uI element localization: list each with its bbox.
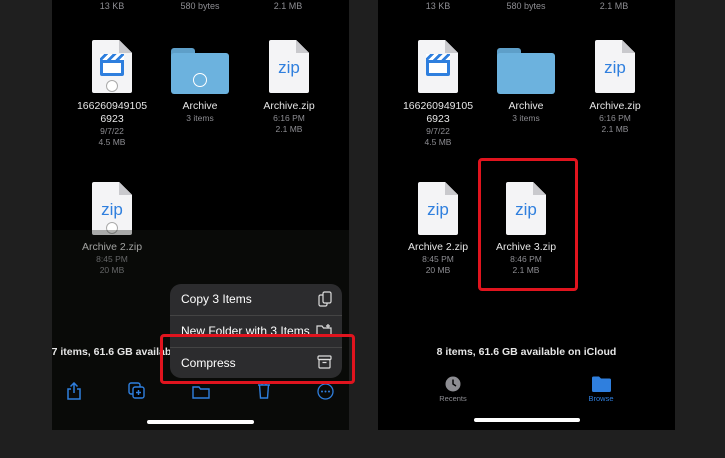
tab-browse[interactable]: Browse [581,376,621,403]
file-time: 6:16 PM [273,113,305,123]
file-name: Archive.zip [589,100,641,112]
file-size: 4.5 MB [98,137,126,147]
file-name: 166260949105 [402,100,474,112]
file-item-video[interactable]: 166260949105 6923 9/7/22 4.5 MB [393,40,483,148]
zip-file-icon: zip [418,182,458,235]
storage-status: 8 items, 61.6 GB available on iCloud [436,346,617,358]
file-name: Archive.zip [263,100,315,112]
folder-icon [497,48,555,94]
zip-file-icon: zip [269,40,309,93]
new-archive-highlight-box [478,158,578,291]
file-item-archive-zip[interactable]: zip Archive.zip 6:16 PM 2.1 MB [244,40,334,135]
folder-tab-icon [591,376,611,392]
file-name-cont: 6923 [426,113,450,125]
tab-label: Recents [439,394,467,403]
trash-icon[interactable] [257,382,271,399]
share-icon[interactable] [66,382,82,400]
folder-meta: 3 items [186,113,214,123]
zip-file-icon: zip [595,40,635,93]
tab-label: Browse [588,394,614,403]
clock-icon [445,376,461,392]
file-item-archive-2-zip[interactable]: zip Archive 2.zip 8:45 PM 20 MB [393,182,483,276]
menu-item-copy[interactable]: Copy 3 Items [170,284,342,314]
home-indicator [474,418,580,422]
copy-icon [318,291,332,307]
file-size: 4.5 MB [424,137,452,147]
file-size: 20 MB [425,265,451,275]
folder-name: Archive [508,100,544,112]
home-indicator [147,420,254,424]
file-date: 9/7/22 [426,126,450,136]
zip-file-icon: zip [92,182,132,235]
folder-name: Archive [182,100,218,112]
file-date: 9/7/22 [100,126,124,136]
file-size-label: 580 bytes [506,1,546,11]
folder-item-archive[interactable]: Archive 3 items [481,48,571,124]
compress-highlight-box [160,334,355,384]
menu-item-label: Copy 3 Items [181,292,252,306]
file-size-label: 13 KB [425,1,451,11]
file-name: 166260949105 [76,100,148,112]
duplicate-icon[interactable] [128,382,145,399]
file-name: Archive 2.zip [407,241,469,253]
video-file-icon [92,40,132,93]
video-file-icon [418,40,458,93]
file-time: 8:45 PM [422,254,454,264]
file-size: 2.1 MB [601,124,629,134]
file-time: 6:16 PM [599,113,631,123]
file-name-cont: 6923 [100,113,124,125]
folder-icon [171,48,229,94]
more-icon[interactable] [317,383,334,400]
file-size: 2.1 MB [275,124,303,134]
file-size-label: 2.1 MB [273,1,303,11]
folder-meta: 3 items [512,113,540,123]
folder-item-archive[interactable]: Archive 3 items [155,48,245,124]
file-item-video[interactable]: 166260949105 6923 9/7/22 4.5 MB [67,40,157,148]
file-size-label: 2.1 MB [599,1,629,11]
move-folder-icon[interactable] [192,385,210,399]
file-size-label: 580 bytes [180,1,220,11]
file-item-archive-zip[interactable]: zip Archive.zip 6:16 PM 2.1 MB [570,40,660,135]
tab-recents[interactable]: Recents [433,376,473,403]
file-size-label: 13 KB [99,1,125,11]
